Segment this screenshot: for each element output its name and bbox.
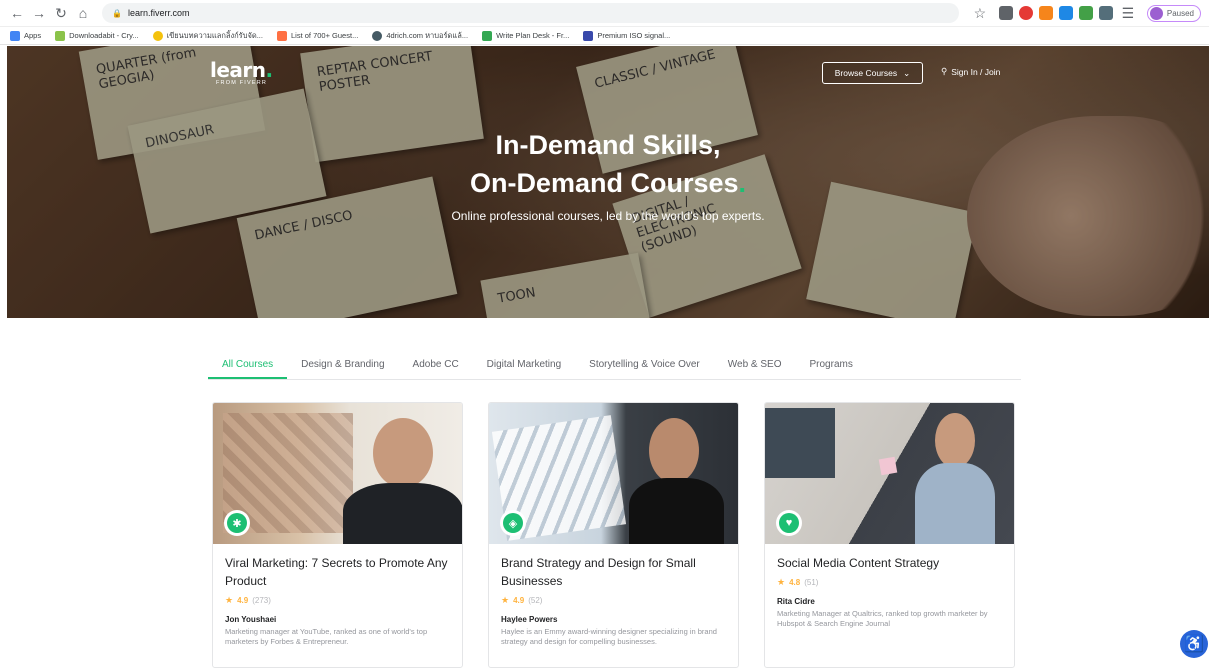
course-badge: ◈ bbox=[500, 510, 526, 536]
tab-all-courses[interactable]: All Courses bbox=[208, 352, 288, 379]
course-card[interactable]: ♥ Social Media Content Strategy ★ 4.8 (5… bbox=[764, 402, 1015, 668]
user-icon: ⚲ bbox=[941, 66, 948, 76]
avatar bbox=[1149, 6, 1163, 20]
extension-icon[interactable] bbox=[1058, 6, 1073, 20]
course-title[interactable]: Viral Marketing: 7 Secrets to Promote An… bbox=[225, 554, 450, 590]
browse-courses-button[interactable]: Browse Courses ⌄ bbox=[822, 62, 923, 84]
course-title[interactable]: Social Media Content Strategy bbox=[777, 554, 1002, 572]
course-thumbnail: ◈ bbox=[489, 403, 738, 544]
course-rating: ★ 4.8 (51) bbox=[777, 577, 819, 587]
bookmark-favicon-icon bbox=[276, 30, 287, 41]
home-icon[interactable]: ⌂ bbox=[74, 4, 92, 22]
extensions: ☆ ☰ Paused bbox=[971, 4, 1201, 22]
bookmark-favicon-icon bbox=[152, 30, 163, 41]
logo-subtitle: FROM FIVERR bbox=[216, 80, 268, 86]
browser-toolbar: ← → ↻ ⌂ 🔒 learn.fiverr.com ☆ ☰ Paused bbox=[0, 0, 1209, 27]
course-category-tabs: All Courses Design & Branding Adobe CC D… bbox=[208, 352, 1021, 380]
back-icon[interactable]: ← bbox=[8, 4, 26, 22]
bookmark-item[interactable]: List of 700+ Guest... bbox=[276, 30, 358, 41]
hero-title: In-Demand Skills, On-Demand Courses. bbox=[469, 130, 747, 198]
bookmark-favicon-icon bbox=[482, 30, 493, 41]
course-author: Jon Youshaei bbox=[225, 615, 277, 624]
bookmark-favicon-icon bbox=[372, 30, 383, 41]
laptop-image bbox=[765, 408, 835, 478]
course-author: Rita Cidre bbox=[777, 597, 815, 606]
author-description: Marketing manager at YouTube, ranked as … bbox=[225, 627, 428, 646]
instructor-face bbox=[935, 413, 975, 468]
bookmark-favicon-icon bbox=[55, 30, 66, 41]
bookmark-item[interactable]: 4drich.com หาบอร์ดแล้... bbox=[372, 30, 468, 42]
bookmark-item[interactable]: Downloadabit - Cry... bbox=[55, 30, 139, 41]
instructor-body bbox=[629, 478, 724, 544]
chevron-down-icon: ⌄ bbox=[903, 67, 911, 78]
course-rating: ★ 4.9 (52) bbox=[501, 595, 543, 605]
author-description: Marketing Manager at Qualtrics, ranked t… bbox=[777, 609, 988, 628]
bookmark-item[interactable]: Write Plan Desk - Fr... bbox=[482, 30, 569, 41]
apps-grid-icon bbox=[10, 30, 20, 41]
course-badge: ♥ bbox=[776, 510, 802, 536]
address-bar[interactable]: 🔒 learn.fiverr.com bbox=[102, 3, 959, 23]
course-title[interactable]: Brand Strategy and Design for Small Busi… bbox=[501, 554, 726, 590]
instructor-body bbox=[343, 483, 462, 544]
bookmark-apps[interactable]: Apps bbox=[10, 30, 41, 41]
sign-in-link[interactable]: ⚲ Sign In / Join bbox=[941, 66, 1000, 77]
tab-programs[interactable]: Programs bbox=[796, 352, 867, 379]
hero-subtitle: Online professional courses, led by the … bbox=[451, 209, 765, 223]
course-thumbnail: ✱ bbox=[213, 403, 462, 544]
bookmark-favicon-icon bbox=[583, 30, 594, 41]
forward-icon[interactable]: → bbox=[30, 4, 48, 22]
tab-web-seo[interactable]: Web & SEO bbox=[714, 352, 796, 379]
accessibility-icon[interactable]: ♿ bbox=[1180, 630, 1208, 658]
bookmarks-bar: Apps Downloadabit - Cry... เขียนบทความแล… bbox=[0, 27, 1209, 45]
course-author: Haylee Powers bbox=[501, 615, 558, 624]
tab-storytelling[interactable]: Storytelling & Voice Over bbox=[575, 352, 714, 379]
sign-in-label: Sign In / Join bbox=[951, 66, 1001, 77]
extension-icon[interactable] bbox=[1018, 6, 1033, 20]
learn-logo[interactable]: learn. FROM FIVERR bbox=[210, 58, 273, 86]
bookmark-item[interactable]: เขียนบทความแลกลิ้งก์รับจัด... bbox=[152, 30, 263, 42]
tab-adobe-cc[interactable]: Adobe CC bbox=[399, 352, 473, 379]
extension-icon[interactable] bbox=[1078, 6, 1093, 20]
profile-status: Paused bbox=[1166, 8, 1194, 18]
star-icon: ★ bbox=[225, 595, 234, 605]
course-rating: ★ 4.9 (273) bbox=[225, 595, 271, 605]
star-icon: ★ bbox=[777, 577, 786, 587]
author-description: Haylee is an Emmy award-winning designer… bbox=[501, 627, 717, 646]
extension-icon[interactable] bbox=[1098, 6, 1113, 20]
tab-design-branding[interactable]: Design & Branding bbox=[287, 352, 398, 379]
reload-icon[interactable]: ↻ bbox=[52, 4, 70, 22]
url-text: learn.fiverr.com bbox=[127, 8, 190, 18]
sticky-note-image bbox=[878, 456, 898, 476]
course-card[interactable]: ◈ Brand Strategy and Design for Small Bu… bbox=[488, 402, 739, 668]
browse-courses-label: Browse Courses bbox=[834, 68, 898, 78]
tag-icon: ◈ bbox=[503, 513, 523, 533]
course-badge: ✱ bbox=[224, 510, 250, 536]
star-icon: ★ bbox=[501, 595, 510, 605]
metamask-icon[interactable] bbox=[1038, 6, 1053, 20]
tab-digital-marketing[interactable]: Digital Marketing bbox=[473, 352, 575, 379]
star-icon[interactable]: ☆ bbox=[971, 4, 989, 22]
heart-chat-icon: ♥ bbox=[779, 513, 799, 533]
profile-button[interactable]: Paused bbox=[1146, 4, 1201, 22]
hero-banner: QUARTER (from GEOGIA) REPTAR CONCERT POS… bbox=[7, 46, 1209, 318]
bookmark-item[interactable]: Premium ISO signal... bbox=[583, 30, 670, 41]
course-card[interactable]: ✱ Viral Marketing: 7 Secrets to Promote … bbox=[212, 402, 463, 668]
asterisk-icon: ✱ bbox=[227, 513, 247, 533]
instructor-face bbox=[373, 418, 433, 488]
extension-icon[interactable] bbox=[998, 6, 1013, 20]
instructor-face bbox=[649, 418, 699, 483]
instructor-body bbox=[915, 463, 995, 544]
lock-icon: 🔒 bbox=[112, 8, 122, 18]
course-thumbnail: ♥ bbox=[765, 403, 1014, 544]
reading-list-icon[interactable]: ☰ bbox=[1119, 4, 1137, 22]
